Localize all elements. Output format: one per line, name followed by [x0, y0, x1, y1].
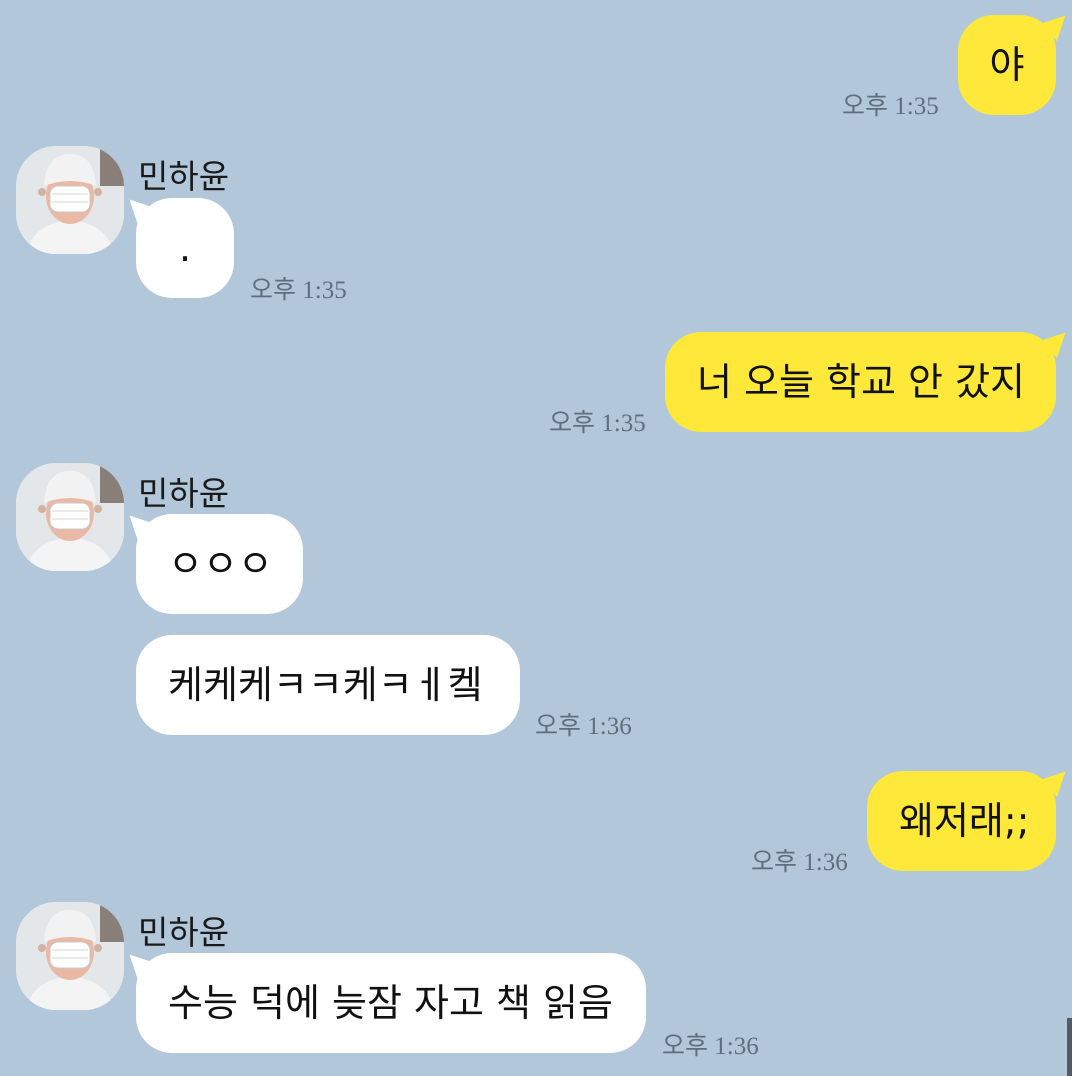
message-bubble-contact[interactable]: 수능 덕에 늦잠 자고 책 읽음 — [136, 953, 646, 1053]
contact-avatar[interactable] — [16, 902, 124, 1010]
avatar-photo-icon — [16, 463, 124, 571]
message-time: 오후 1:35 — [549, 410, 646, 437]
contact-name: 민하윤 — [138, 474, 230, 513]
contact-name: 민하윤 — [138, 913, 230, 952]
message-text: 너 오늘 학교 안 갔지 — [697, 360, 1025, 404]
message-text: 야 — [989, 43, 1025, 87]
contact-name: 민하윤 — [138, 157, 230, 196]
message-bubble-mine[interactable]: 왜저래;; — [867, 771, 1056, 871]
message-bubble-contact[interactable]: 케케케ㅋㅋ케ㅋㅔ켘 — [136, 635, 520, 735]
message-text: ㅇㅇㅇ — [168, 542, 273, 586]
message-bubble-mine[interactable]: 야 — [958, 15, 1056, 115]
avatar-photo-icon — [16, 902, 124, 1010]
avatar-photo-icon — [16, 146, 124, 254]
message-text: . — [178, 226, 192, 270]
message-text: 케케케ㅋㅋ케ㅋㅔ켘 — [168, 663, 483, 707]
contact-avatar[interactable] — [16, 463, 124, 571]
message-text: 왜저래;; — [899, 799, 1030, 843]
message-time: 오후 1:35 — [250, 277, 347, 304]
message-bubble-mine[interactable]: 너 오늘 학교 안 갔지 — [665, 332, 1056, 432]
message-time: 오후 1:36 — [535, 713, 632, 740]
message-time: 오후 1:36 — [751, 849, 848, 876]
message-time: 오후 1:35 — [842, 93, 939, 120]
message-time: 오후 1:36 — [662, 1033, 759, 1060]
scrollbar-edge[interactable] — [1067, 1018, 1072, 1076]
message-bubble-contact[interactable]: . — [136, 198, 234, 298]
message-bubble-contact[interactable]: ㅇㅇㅇ — [136, 514, 303, 614]
message-text: 수능 덕에 늦잠 자고 책 읽음 — [168, 981, 613, 1025]
contact-avatar[interactable] — [16, 146, 124, 254]
